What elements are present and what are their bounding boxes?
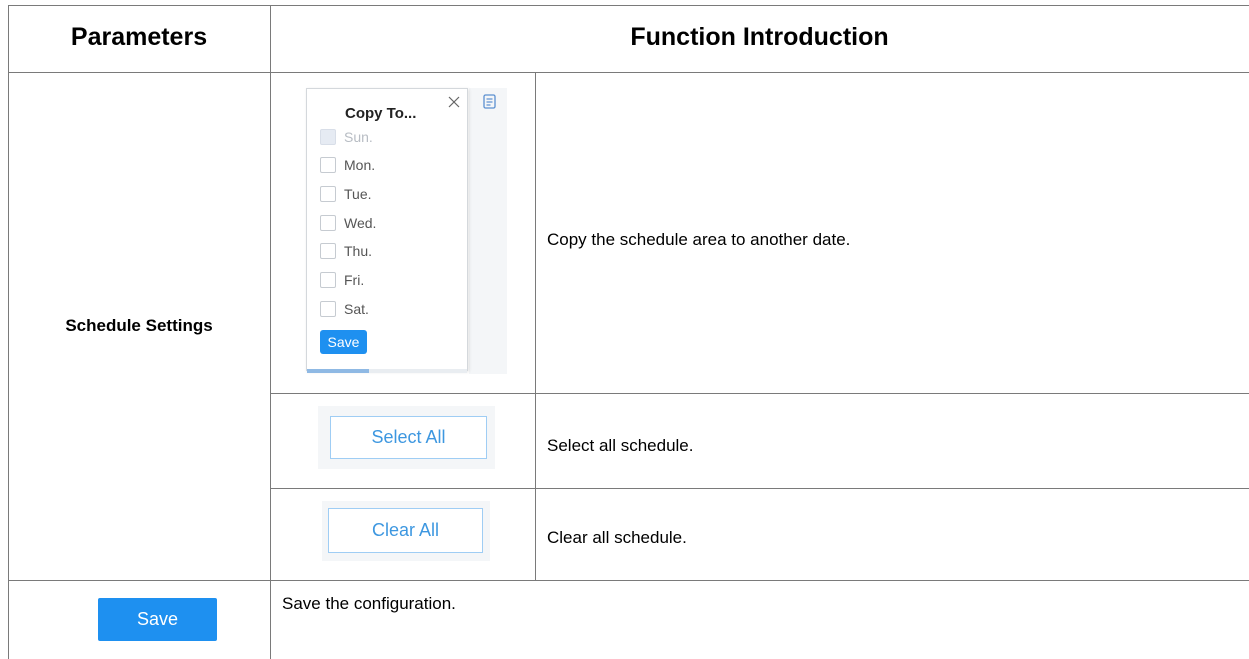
day-checkbox[interactable] bbox=[320, 129, 336, 145]
day-checkbox[interactable] bbox=[320, 301, 336, 317]
day-label: Fri. bbox=[344, 272, 365, 288]
clear-all-description: Clear all schedule. bbox=[547, 528, 687, 547]
copy-to-title: Copy To... bbox=[345, 105, 417, 122]
day-option-thu[interactable]: Thu. bbox=[320, 241, 372, 261]
schedule-settings-label: Schedule Settings bbox=[65, 316, 213, 335]
day-label: Sun. bbox=[344, 129, 373, 145]
day-option-mon[interactable]: Mon. bbox=[320, 155, 375, 175]
scrollbar-track bbox=[369, 369, 467, 373]
day-option-fri[interactable]: Fri. bbox=[320, 270, 364, 290]
scrollbar-thumb[interactable] bbox=[307, 369, 369, 373]
day-checkbox[interactable] bbox=[320, 186, 336, 202]
day-label: Thu. bbox=[344, 243, 373, 259]
day-label: Tue. bbox=[344, 186, 372, 202]
save-button[interactable]: Save bbox=[98, 598, 217, 641]
document-icon[interactable] bbox=[483, 94, 497, 110]
day-checkbox[interactable] bbox=[320, 272, 336, 288]
header-function-introduction: Function Introduction bbox=[630, 23, 889, 51]
day-checkbox[interactable] bbox=[320, 215, 336, 231]
row-divider-1 bbox=[270, 393, 1249, 394]
copy-description: Copy the schedule area to another date. bbox=[547, 230, 851, 249]
row-divider-3 bbox=[8, 580, 1249, 581]
day-checkbox[interactable] bbox=[320, 243, 336, 259]
copy-to-panel: Copy To... Sun. Mon. Tue. Wed. Thu. Fri. bbox=[306, 88, 507, 374]
row-divider-2 bbox=[270, 488, 1249, 489]
column-divider bbox=[270, 5, 271, 659]
day-checkbox[interactable] bbox=[320, 157, 336, 173]
save-description: Save the configuration. bbox=[282, 594, 456, 613]
table-border-top bbox=[8, 5, 1249, 6]
day-option-sun[interactable]: Sun. bbox=[320, 127, 373, 147]
clear-all-button[interactable]: Clear All bbox=[328, 508, 483, 553]
day-label: Sat. bbox=[344, 301, 369, 317]
day-option-tue[interactable]: Tue. bbox=[320, 184, 372, 204]
copy-to-side-panel bbox=[469, 88, 507, 374]
copy-to-save-button[interactable]: Save bbox=[320, 330, 367, 354]
day-option-wed[interactable]: Wed. bbox=[320, 213, 376, 233]
header-parameters: Parameters bbox=[70, 23, 208, 51]
day-label: Mon. bbox=[344, 157, 376, 173]
copy-to-dialog: Copy To... Sun. Mon. Tue. Wed. Thu. Fri. bbox=[306, 88, 468, 373]
close-icon[interactable] bbox=[448, 96, 460, 108]
header-divider bbox=[8, 72, 1249, 73]
subcolumn-divider bbox=[535, 72, 536, 580]
day-label: Wed. bbox=[344, 215, 377, 231]
select-all-description: Select all schedule. bbox=[547, 436, 694, 455]
select-all-button[interactable]: Select All bbox=[330, 416, 487, 459]
day-option-sat[interactable]: Sat. bbox=[320, 299, 369, 319]
